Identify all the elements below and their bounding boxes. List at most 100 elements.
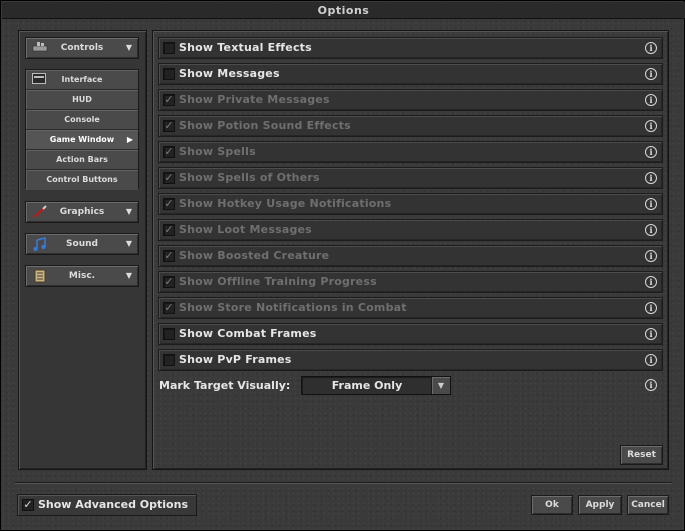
checkbox: ✓ — [163, 276, 175, 288]
advanced-options-label: Show Advanced Options — [38, 498, 188, 511]
checkbox: ✓ — [163, 120, 175, 132]
option-row-show-spells-of-others: ✓ Show Spells of Others i — [158, 167, 663, 189]
window-title: Options — [2, 2, 685, 19]
chevron-down-icon: ▼ — [125, 43, 132, 52]
checkmark-icon: ✓ — [164, 249, 174, 262]
sidebar-item-controls[interactable]: Controls ▼ — [25, 37, 139, 59]
option-row-show-offline-training-progress: ✓ Show Offline Training Progress i — [158, 271, 663, 293]
checkbox[interactable] — [163, 354, 175, 366]
sidebar-item-label: Controls — [60, 43, 104, 53]
option-row-show-pvp-frames: Show PvP Frames i — [158, 349, 663, 371]
info-icon[interactable]: i — [645, 328, 657, 340]
option-label: Show Private Messages — [179, 93, 330, 106]
sidebar-item-hud[interactable]: HUD — [26, 90, 138, 110]
option-label: Show Loot Messages — [179, 223, 312, 236]
sidebar-item-label: Graphics — [59, 207, 105, 217]
scroll-icon — [32, 269, 48, 283]
cancel-button[interactable]: Cancel — [627, 495, 669, 515]
checkbox: ✓ — [163, 172, 175, 184]
option-row-show-messages: Show Messages i — [158, 63, 663, 85]
sidebar-item-label: HUD — [72, 95, 92, 104]
chevron-down-icon: ▼ — [125, 271, 132, 280]
chevron-down-icon[interactable]: ▼ — [431, 377, 450, 394]
info-icon[interactable]: i — [645, 379, 657, 391]
sidebar-item-label: Action Bars — [56, 155, 108, 164]
option-label: Show Spells — [179, 145, 256, 158]
option-label: Show Hotkey Usage Notifications — [179, 197, 392, 210]
sidebar-item-label: Misc. — [68, 271, 96, 281]
checkbox: ✓ — [163, 94, 175, 106]
option-row-show-combat-frames: Show Combat Frames i — [158, 323, 663, 345]
info-icon[interactable]: i — [645, 68, 657, 80]
info-icon[interactable]: i — [645, 276, 657, 288]
interface-icon — [32, 73, 46, 88]
sidebar-item-control-buttons[interactable]: Control Buttons — [26, 170, 138, 190]
checkmark-icon: ✓ — [164, 301, 174, 314]
sidebar-item-label: Sound — [66, 239, 98, 249]
option-row-show-boosted-creature: ✓ Show Boosted Creature i — [158, 245, 663, 267]
option-label: Show Offline Training Progress — [179, 275, 377, 288]
option-row-show-potion-sound-effects: ✓ Show Potion Sound Effects i — [158, 115, 663, 137]
sidebar-item-sound[interactable]: Sound ▼ — [25, 233, 139, 255]
info-icon[interactable]: i — [645, 198, 657, 210]
checkmark-icon: ✓ — [23, 498, 33, 511]
info-icon[interactable]: i — [645, 120, 657, 132]
checkmark-icon: ✓ — [164, 119, 174, 132]
interface-group: Interface HUD Console Game Window ▶ Acti… — [25, 69, 139, 190]
option-label: Show Spells of Others — [179, 171, 320, 184]
option-row-show-textual-effects: Show Textual Effects i — [158, 37, 663, 59]
option-label: Show Potion Sound Effects — [179, 119, 351, 132]
option-row-show-loot-messages: ✓ Show Loot Messages i — [158, 219, 663, 241]
sidebar-item-misc[interactable]: Misc. ▼ — [25, 265, 139, 287]
sidebar-item-action-bars[interactable]: Action Bars — [26, 150, 138, 170]
option-label: Show PvP Frames — [179, 353, 292, 366]
checkbox[interactable] — [163, 42, 175, 54]
option-label: Show Combat Frames — [179, 327, 317, 340]
sidebar-item-label: Interface — [61, 75, 103, 84]
info-icon[interactable]: i — [645, 224, 657, 236]
checkbox: ✓ — [163, 198, 175, 210]
dropdown-value: Frame Only — [331, 379, 403, 392]
mark-target-dropdown[interactable]: Frame Only ▼ — [301, 376, 451, 395]
sidebar-item-label: Console — [64, 115, 100, 124]
info-icon[interactable]: i — [645, 354, 657, 366]
info-icon[interactable]: i — [645, 250, 657, 262]
checkbox: ✓ — [163, 250, 175, 262]
footer-divider — [15, 482, 672, 484]
info-icon[interactable]: i — [645, 42, 657, 54]
options-window: Options Controls ▼ Interface HUD Console… — [0, 0, 685, 531]
option-label: Show Textual Effects — [179, 41, 312, 54]
option-row-show-private-messages: ✓ Show Private Messages i — [158, 89, 663, 111]
sidebar-item-label: Game Window — [49, 135, 115, 144]
option-label: Show Store Notifications in Combat — [179, 301, 407, 314]
info-icon[interactable]: i — [645, 94, 657, 106]
checkmark-icon: ✓ — [164, 145, 174, 158]
option-row-show-store-notifications-in-combat: ✓ Show Store Notifications in Combat i — [158, 297, 663, 319]
checkbox: ✓ — [163, 224, 175, 236]
checkbox: ✓ — [163, 146, 175, 158]
checkbox[interactable] — [163, 68, 175, 80]
checkmark-icon: ✓ — [164, 223, 174, 236]
controls-icon — [32, 41, 48, 55]
option-row-show-spells: ✓ Show Spells i — [158, 141, 663, 163]
ok-button[interactable]: Ok — [531, 495, 573, 515]
info-icon[interactable]: i — [645, 146, 657, 158]
sidebar-item-game-window[interactable]: Game Window ▶ — [26, 130, 138, 150]
info-icon[interactable]: i — [645, 172, 657, 184]
checkbox[interactable]: ✓ — [22, 499, 34, 511]
sidebar-item-console[interactable]: Console — [26, 110, 138, 130]
apply-button[interactable]: Apply — [578, 495, 622, 515]
checkbox[interactable] — [163, 328, 175, 340]
sidebar-item-interface[interactable]: Interface — [26, 70, 138, 90]
option-label: Show Messages — [179, 67, 280, 80]
option-label: Show Boosted Creature — [179, 249, 330, 262]
sidebar-item-graphics[interactable]: Graphics ▼ — [25, 201, 139, 223]
reset-button[interactable]: Reset — [620, 445, 663, 465]
checkmark-icon: ✓ — [164, 93, 174, 106]
advanced-options-toggle[interactable]: ✓ Show Advanced Options — [17, 494, 197, 516]
checkmark-icon: ✓ — [164, 171, 174, 184]
checkbox: ✓ — [163, 302, 175, 314]
chevron-right-icon: ▶ — [126, 135, 133, 144]
chevron-down-icon: ▼ — [125, 239, 132, 248]
info-icon[interactable]: i — [645, 302, 657, 314]
